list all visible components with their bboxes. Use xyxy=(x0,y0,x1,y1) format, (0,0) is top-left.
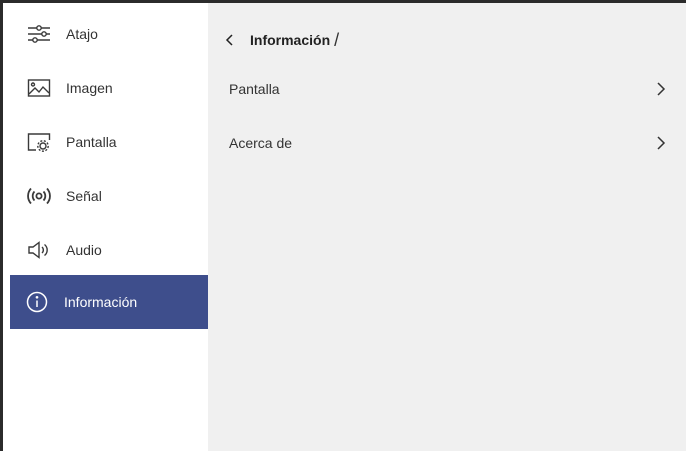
screen-settings-icon xyxy=(26,129,52,155)
sidebar-item-label: Atajo xyxy=(66,26,98,42)
page-title: Información xyxy=(250,32,331,48)
chevron-right-icon xyxy=(656,135,666,151)
back-chevron-icon[interactable] xyxy=(224,31,238,49)
menu-row-pantalla[interactable]: Pantalla xyxy=(208,69,686,109)
sidebar: Atajo Imagen Pantalla Señal Audio Inform… xyxy=(10,3,208,451)
settings-window: Atajo Imagen Pantalla Señal Audio Inform… xyxy=(0,0,686,451)
signal-icon xyxy=(26,183,52,209)
menu-row-acerca-de[interactable]: Acerca de xyxy=(208,123,686,163)
info-icon xyxy=(24,289,50,315)
menu-row-label: Pantalla xyxy=(229,81,280,97)
sidebar-item-label: Imagen xyxy=(66,80,113,96)
menu-row-label: Acerca de xyxy=(229,135,293,151)
sidebar-item-pantalla[interactable]: Pantalla xyxy=(10,115,208,169)
sidebar-item-label: Señal xyxy=(66,188,102,204)
sidebar-item-atajo[interactable]: Atajo xyxy=(10,7,208,61)
image-icon xyxy=(26,75,52,101)
breadcrumb: Información / xyxy=(224,29,339,51)
chevron-right-icon xyxy=(656,81,666,97)
sidebar-item-audio[interactable]: Audio xyxy=(10,223,208,277)
sidebar-item-senal[interactable]: Señal xyxy=(10,169,208,223)
sidebar-item-informacion[interactable]: Información xyxy=(10,275,208,329)
breadcrumb-separator: / xyxy=(334,29,340,50)
speaker-icon xyxy=(26,237,52,263)
sliders-icon xyxy=(26,21,52,47)
sidebar-item-label: Información xyxy=(64,294,138,310)
main-panel: Información / Pantalla Acerca de xyxy=(208,3,686,451)
sidebar-item-label: Audio xyxy=(66,242,102,258)
sidebar-item-imagen[interactable]: Imagen xyxy=(10,61,208,115)
sidebar-item-label: Pantalla xyxy=(66,134,117,150)
